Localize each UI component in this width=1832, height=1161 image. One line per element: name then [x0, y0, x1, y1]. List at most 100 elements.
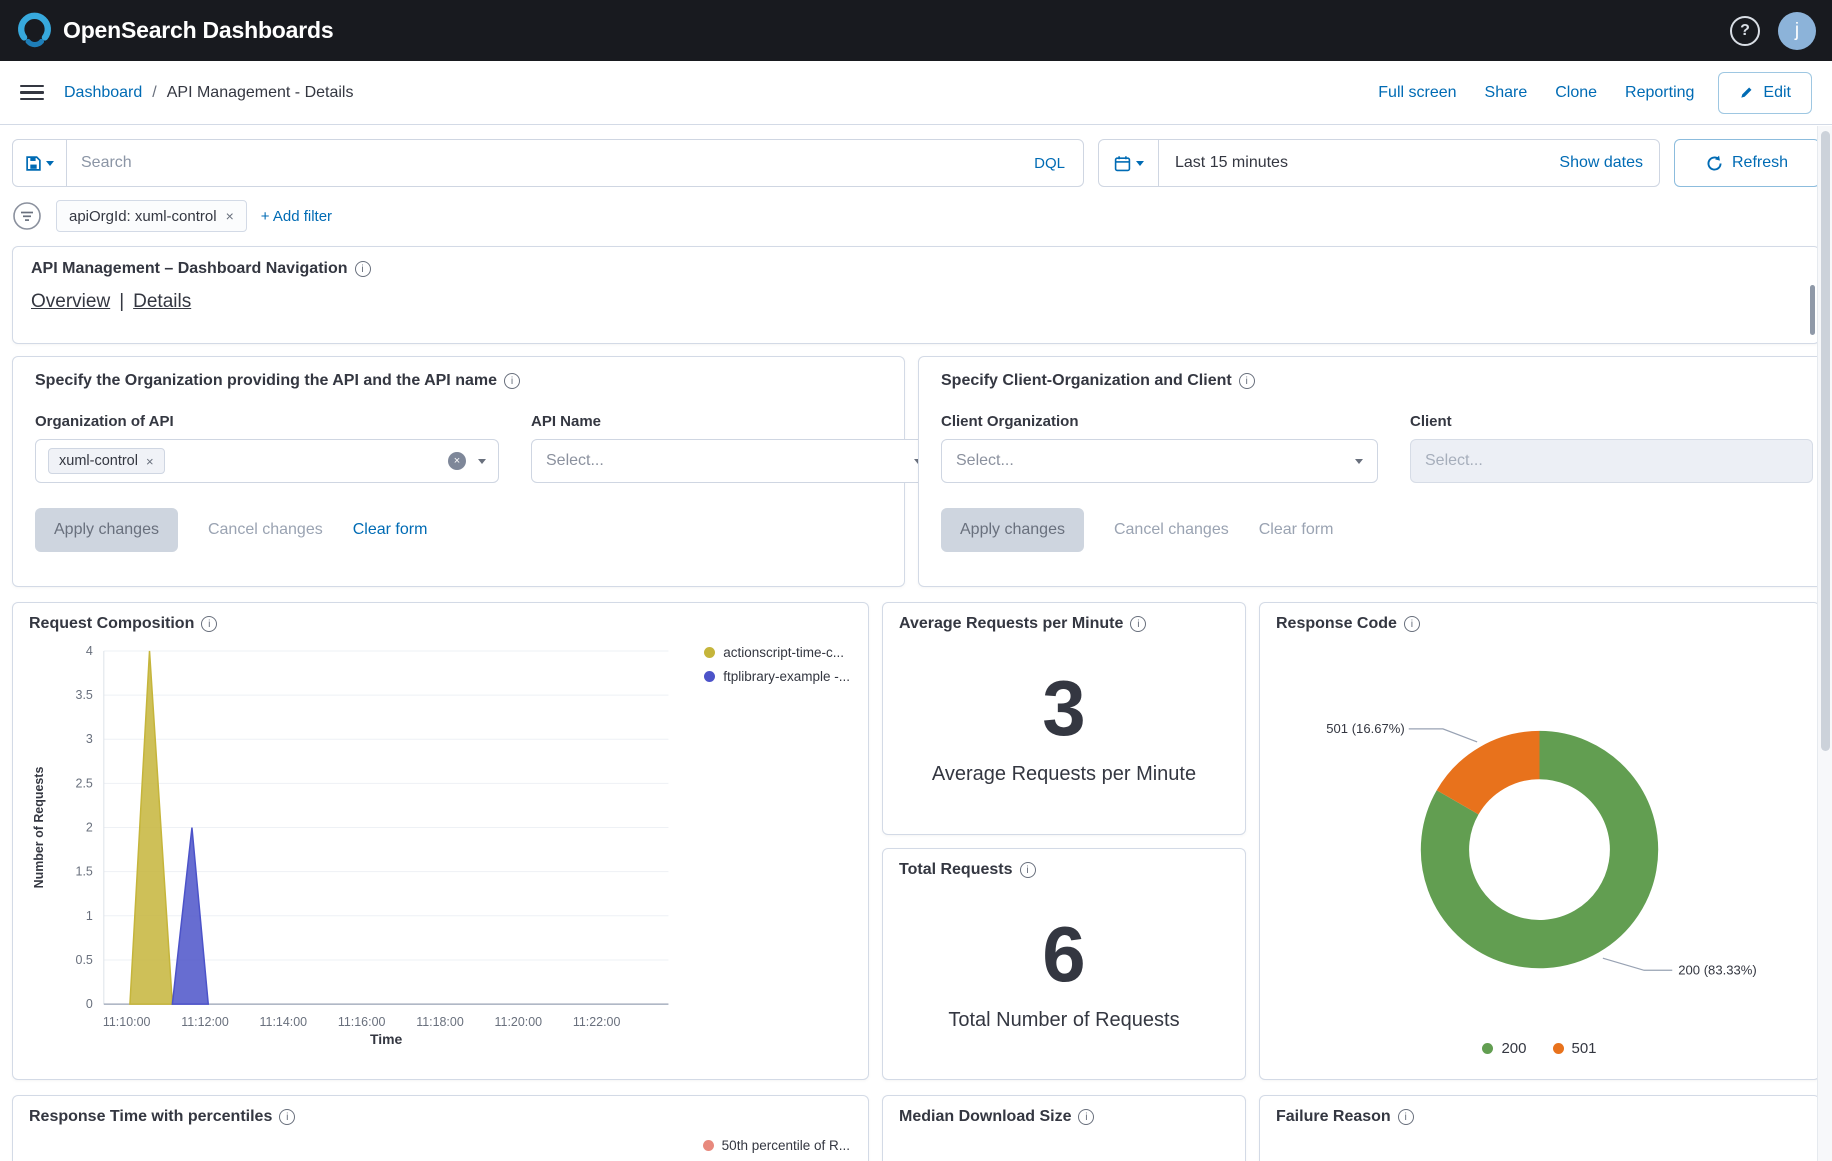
metric-visualization: 3 Average Requests per Minute	[899, 633, 1229, 822]
reporting-link[interactable]: Reporting	[1625, 84, 1694, 102]
svg-text:11:16:00: 11:16:00	[338, 1015, 386, 1029]
chevron-down-icon	[478, 459, 486, 464]
selected-org-pill[interactable]: xuml-control ×	[48, 448, 165, 474]
top-header: OpenSearchDashboards ? j	[0, 0, 1832, 61]
panel-scrollbar[interactable]	[1810, 285, 1815, 335]
panel-request-composition: Request Composition i actionscript-time-…	[12, 602, 869, 1080]
panel-title: Specify the Organization providing the A…	[35, 372, 497, 390]
info-icon[interactable]: i	[201, 616, 217, 632]
svg-text:11:20:00: 11:20:00	[495, 1015, 543, 1029]
info-icon[interactable]: i	[279, 1109, 295, 1125]
query-language-button[interactable]: DQL	[1016, 155, 1083, 172]
remove-selection-icon[interactable]: ×	[146, 454, 154, 469]
clear-form-button[interactable]: Clear form	[1259, 521, 1334, 539]
svg-text:11:10:00: 11:10:00	[103, 1015, 151, 1029]
legend-swatch	[703, 1140, 714, 1151]
svg-text:11:14:00: 11:14:00	[260, 1015, 308, 1029]
legend-item[interactable]: ftplibrary-example -...	[704, 669, 850, 684]
nav-link-details[interactable]: Details	[133, 291, 191, 313]
legend-item[interactable]: 501	[1553, 1040, 1597, 1057]
panel-title: Request Composition	[29, 615, 194, 633]
apply-changes-button[interactable]: Apply changes	[941, 508, 1084, 552]
client-org-field: Client Organization Select...	[941, 413, 1378, 483]
refresh-button[interactable]: Refresh	[1674, 139, 1820, 187]
clear-combobox-icon[interactable]: ×	[448, 452, 466, 470]
nav-link-overview[interactable]: Overview	[31, 291, 110, 313]
save-icon	[25, 155, 42, 172]
filter-pill-apiorgid[interactable]: apiOrgId: xuml-control ×	[56, 200, 247, 232]
svg-text:501 (16.67%): 501 (16.67%)	[1326, 721, 1404, 736]
help-icon[interactable]: ?	[1730, 16, 1760, 46]
filter-bar: apiOrgId: xuml-control × + Add filter	[12, 200, 1820, 232]
scrollbar-thumb[interactable]	[1821, 131, 1830, 751]
panel-title: Specify Client-Organization and Client	[941, 372, 1232, 390]
svg-text:Number of Requests: Number of Requests	[32, 767, 46, 889]
info-icon[interactable]: i	[1020, 862, 1036, 878]
date-picker: Last 15 minutes Show dates	[1098, 139, 1660, 187]
info-icon[interactable]: i	[355, 261, 371, 277]
donut-chart[interactable]: 501 (16.67%) 200 (83.33%)	[1276, 633, 1803, 1034]
filter-icon[interactable]	[12, 201, 42, 231]
api-name-select[interactable]: Select...	[531, 439, 937, 483]
panel-dashboard-navigation: API Management – Dashboard Navigation i …	[12, 246, 1820, 344]
refresh-button-label: Refresh	[1732, 154, 1788, 172]
svg-text:3: 3	[86, 732, 93, 746]
org-field: Organization of API xuml-control × ×	[35, 413, 499, 483]
user-avatar[interactable]: j	[1778, 12, 1816, 50]
info-icon[interactable]: i	[1078, 1109, 1094, 1125]
svg-text:11:22:00: 11:22:00	[573, 1015, 621, 1029]
client-org-select[interactable]: Select...	[941, 439, 1378, 483]
calendar-button[interactable]	[1099, 140, 1159, 186]
share-link[interactable]: Share	[1485, 84, 1528, 102]
metrics-column: Average Requests per Minute i 3 Average …	[882, 602, 1246, 1080]
info-icon[interactable]: i	[1239, 373, 1255, 389]
add-filter-button[interactable]: + Add filter	[261, 208, 332, 225]
panel-title: API Management – Dashboard Navigation	[31, 260, 348, 278]
info-icon[interactable]: i	[1398, 1109, 1414, 1125]
page-scrollbar[interactable]	[1817, 126, 1832, 1161]
panel-title: Total Requests	[899, 861, 1013, 879]
legend-swatch	[704, 671, 715, 682]
panel-response-code: Response Code i 501 (16.67%)200 (83.33%)…	[1259, 602, 1820, 1080]
edit-button-label: Edit	[1763, 84, 1791, 102]
toolbar-links: Full screen Share Clone Reporting	[1378, 84, 1694, 102]
info-icon[interactable]: i	[1130, 616, 1146, 632]
svg-text:200 (83.33%): 200 (83.33%)	[1678, 962, 1756, 977]
opensearch-logo[interactable]: OpenSearchDashboards	[16, 12, 333, 49]
area-chart[interactable]: 00.511.522.533.5411:10:0011:12:0011:14:0…	[29, 633, 852, 1048]
apply-changes-button[interactable]: Apply changes	[35, 508, 178, 552]
breadcrumb-dashboard[interactable]: Dashboard	[64, 84, 142, 102]
cancel-changes-button[interactable]: Cancel changes	[208, 521, 323, 539]
dashboard-nav-links: Overview | Details	[31, 291, 1801, 313]
full-screen-link[interactable]: Full screen	[1378, 84, 1456, 102]
edit-button[interactable]: Edit	[1718, 72, 1812, 114]
brand-text: OpenSearchDashboards	[63, 17, 333, 44]
metric-label: Average Requests per Minute	[932, 763, 1196, 786]
remove-filter-icon[interactable]: ×	[226, 208, 234, 224]
legend-item[interactable]: 200	[1482, 1040, 1526, 1057]
cancel-changes-button[interactable]: Cancel changes	[1114, 521, 1229, 539]
info-icon[interactable]: i	[504, 373, 520, 389]
time-range-value[interactable]: Last 15 minutes	[1159, 154, 1543, 172]
chevron-down-icon	[1355, 459, 1363, 464]
show-dates-button[interactable]: Show dates	[1543, 154, 1659, 172]
panel-response-time-percentiles: Response Time with percentiles i 50th pe…	[12, 1095, 869, 1161]
select-placeholder: Select...	[546, 452, 604, 470]
legend-item[interactable]: actionscript-time-c...	[704, 645, 850, 660]
svg-text:11:12:00: 11:12:00	[181, 1015, 229, 1029]
clone-link[interactable]: Clone	[1555, 84, 1597, 102]
legend-label: actionscript-time-c...	[723, 645, 844, 660]
organization-combobox[interactable]: xuml-control × ×	[35, 439, 499, 483]
legend-label: ftplibrary-example -...	[723, 669, 850, 684]
search-input[interactable]	[67, 154, 1016, 172]
calendar-icon	[1114, 155, 1131, 172]
save-query-button[interactable]	[13, 140, 67, 186]
menu-icon[interactable]	[14, 75, 50, 111]
client-org-label: Client Organization	[941, 413, 1378, 430]
page-title: API Management - Details	[167, 84, 354, 102]
panel-median-download-size: Median Download Size i	[882, 1095, 1246, 1161]
breadcrumb: Dashboard / API Management - Details	[64, 84, 353, 102]
legend-item[interactable]: 50th percentile of R...	[703, 1138, 850, 1153]
info-icon[interactable]: i	[1404, 616, 1420, 632]
clear-form-button[interactable]: Clear form	[353, 521, 428, 539]
